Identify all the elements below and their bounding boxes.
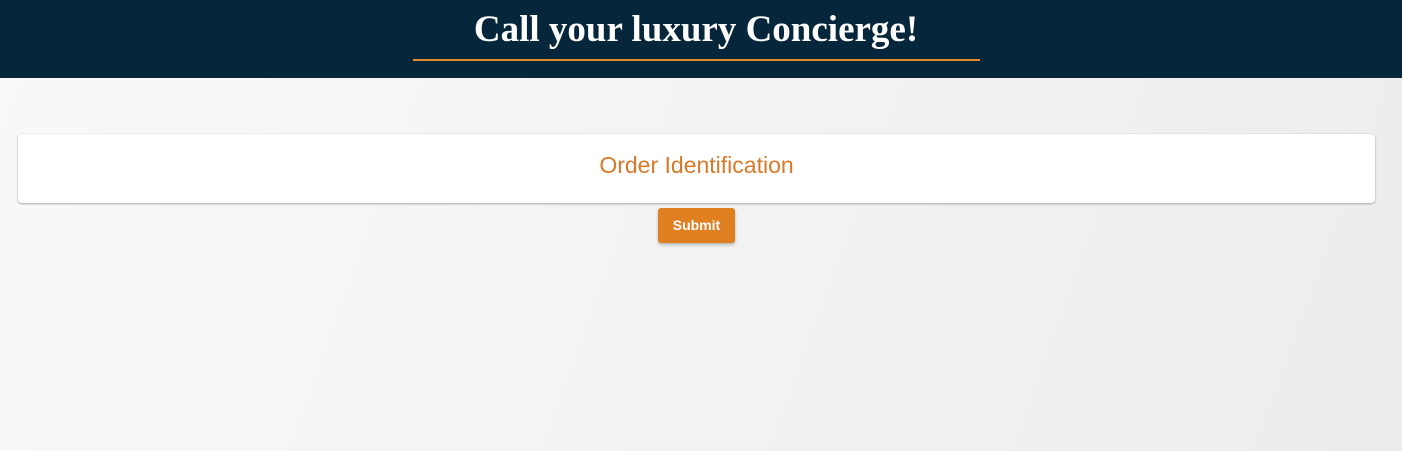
page-title: Call your luxury Concierge!	[473, 9, 919, 50]
order-identification-card: Order Identification	[18, 134, 1375, 203]
submit-button[interactable]: Submit	[658, 208, 735, 243]
card-title: Order Identification	[599, 152, 794, 178]
top-banner: Call your luxury Concierge!	[0, 0, 1402, 78]
title-underline	[413, 59, 980, 61]
